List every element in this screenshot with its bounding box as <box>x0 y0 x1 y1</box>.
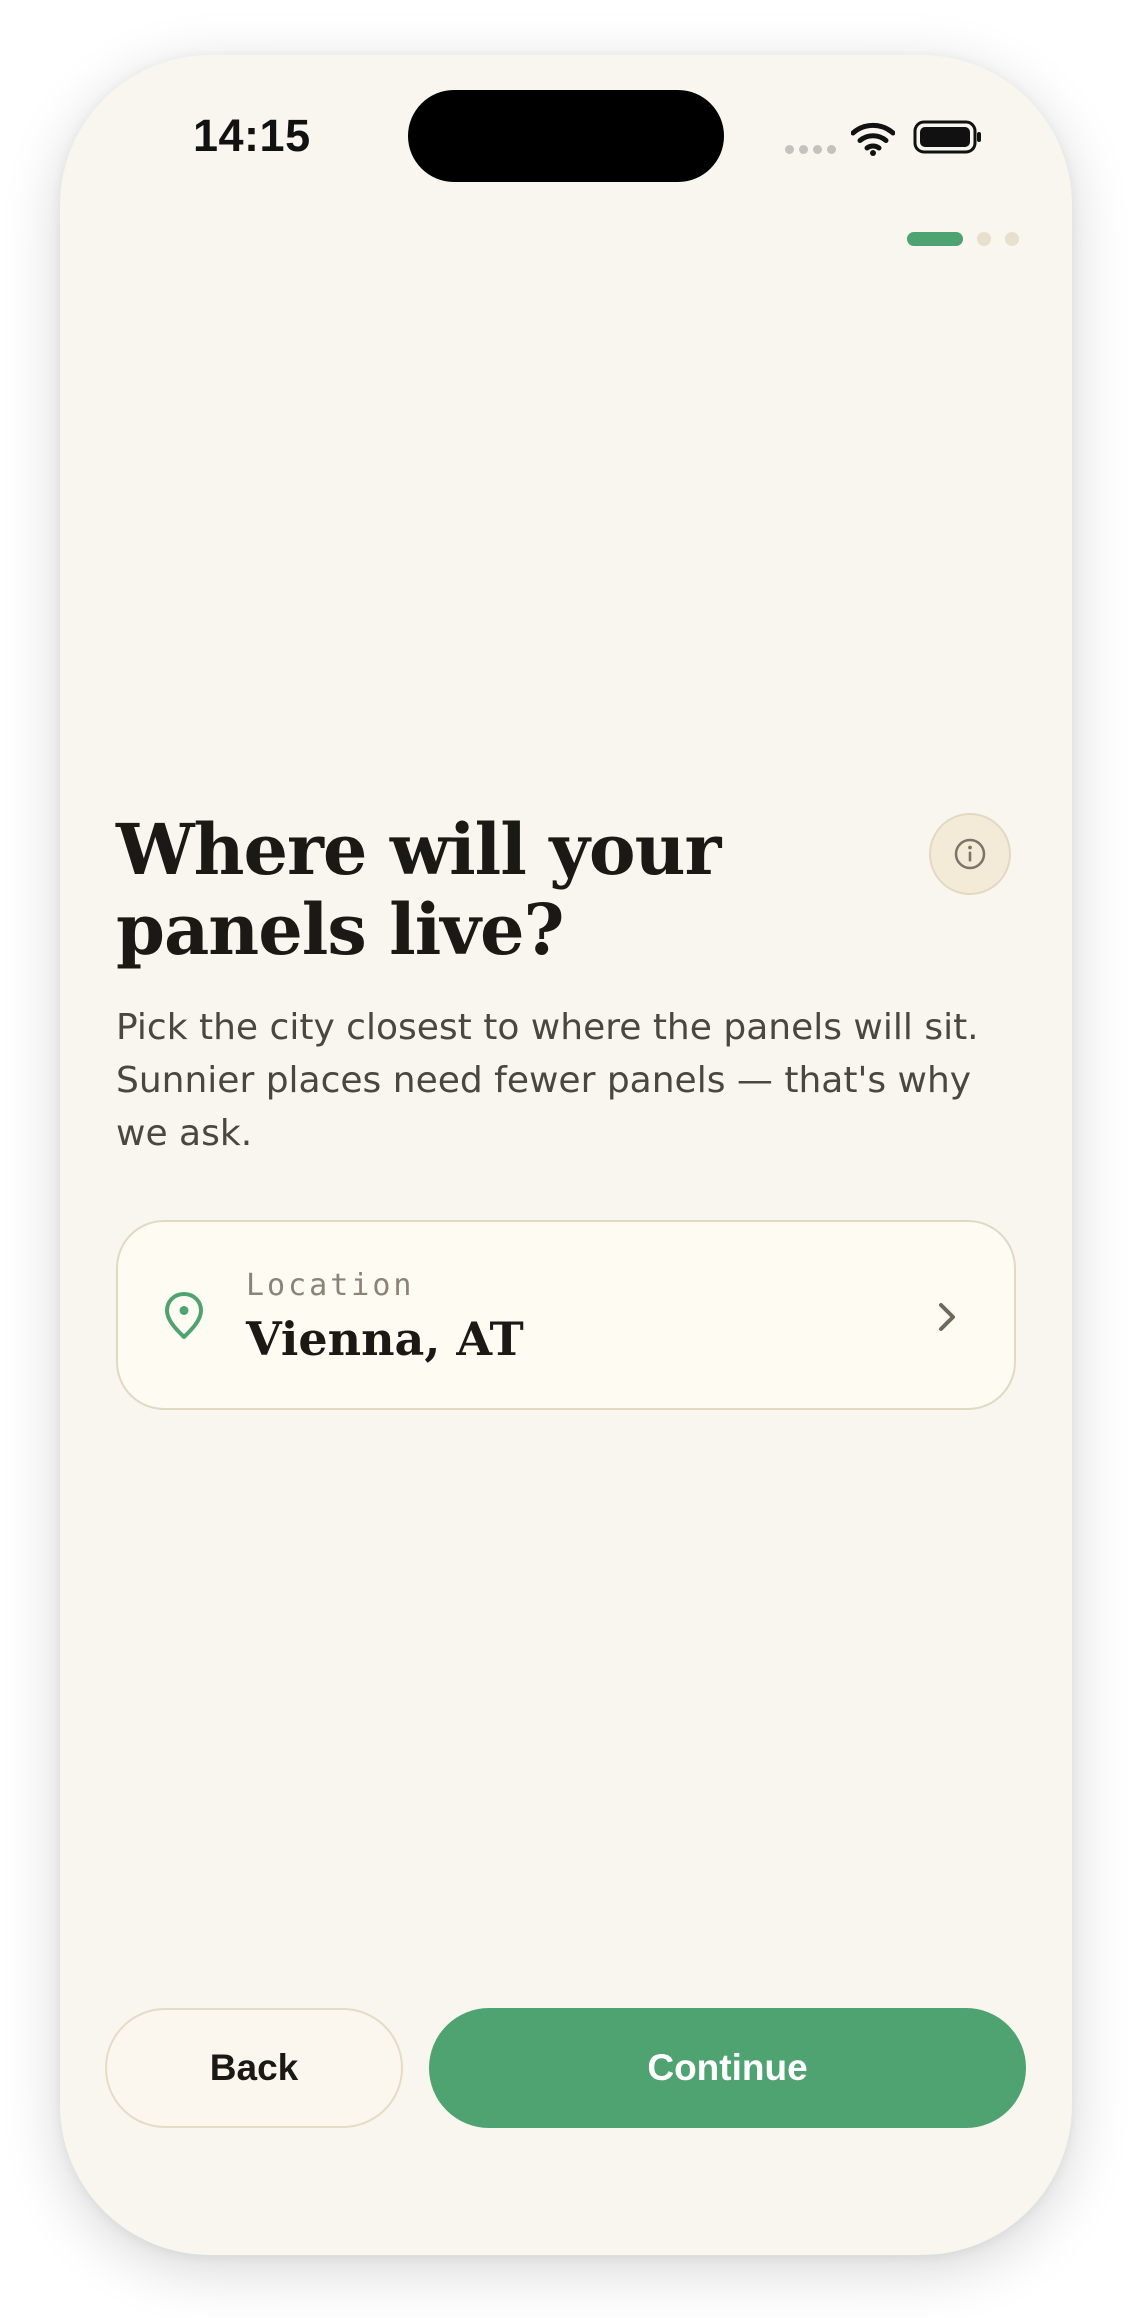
progress-step-active <box>907 232 963 246</box>
status-time: 14:15 <box>193 110 311 161</box>
progress-step-dot <box>1005 232 1019 246</box>
back-button[interactable]: Back <box>105 2008 403 2128</box>
chevron-right-icon <box>939 1303 955 1331</box>
location-picker[interactable]: Location Vienna, AT <box>116 1220 1016 1410</box>
phone-screen: 14:15 Where will your panels live? Pick … <box>60 55 1072 2255</box>
location-label: Location <box>246 1268 415 1303</box>
location-value: Vienna, AT <box>246 1312 524 1366</box>
page-title: Where will your panels live? <box>116 808 721 971</box>
info-button[interactable] <box>929 813 1011 895</box>
continue-button[interactable]: Continue <box>429 2008 1026 2128</box>
dynamic-island <box>408 90 724 182</box>
battery-icon <box>913 120 981 154</box>
page-subtitle: Pick the city closest to where the panel… <box>116 1007 979 1154</box>
cellular-signal-icon <box>785 145 836 154</box>
progress-step-dot <box>977 232 991 246</box>
wifi-icon <box>851 122 895 156</box>
map-pin-icon <box>165 1292 203 1339</box>
step-progress-indicator <box>907 232 1019 246</box>
info-icon <box>954 838 986 870</box>
